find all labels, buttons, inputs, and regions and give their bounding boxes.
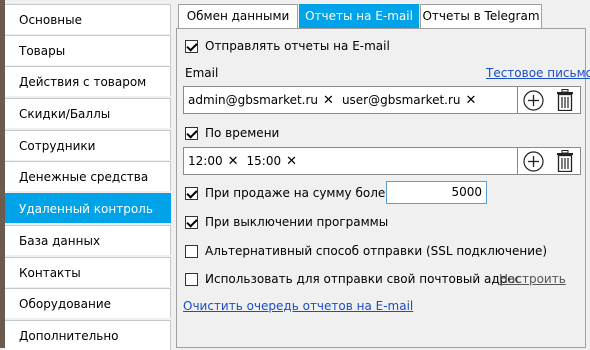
sidebar-item-remote-control[interactable]: Удаленный контроль bbox=[5, 193, 171, 223]
email-recipients-field[interactable]: admin@gbsmarket.ru ✕ user@gbsmarket.ru ✕ bbox=[183, 86, 581, 114]
remove-time-icon[interactable]: ✕ bbox=[286, 155, 297, 168]
add-email-button[interactable] bbox=[523, 89, 545, 111]
sale-over-label: При продаже на сумму более bbox=[205, 186, 393, 200]
remove-email-icon[interactable]: ✕ bbox=[466, 94, 477, 107]
email-reports-panel: Отправлять отчеты на E-mail Email Тестов… bbox=[176, 28, 590, 348]
clear-queue-row: Очистить очередь отчетов на E-mail bbox=[183, 299, 413, 313]
remove-time-icon[interactable]: ✕ bbox=[228, 155, 239, 168]
trash-icon bbox=[556, 150, 573, 172]
alt-send-checkbox[interactable] bbox=[185, 244, 198, 258]
send-reports-label: Отправлять отчеты на E-mail bbox=[205, 39, 390, 53]
time-chip-text: 12:00 bbox=[188, 154, 223, 168]
delete-email-button[interactable] bbox=[554, 89, 576, 111]
email-chip-text: user@gbsmarket.ru bbox=[341, 93, 461, 107]
plus-circle-icon bbox=[523, 150, 544, 172]
sidebar: Основные Товары Действия с товаром Скидк… bbox=[5, 0, 171, 350]
time-chip-text: 15:00 bbox=[246, 154, 282, 168]
tab-email-reports[interactable]: Отчеты на E-mail bbox=[299, 4, 419, 28]
sale-over-checkbox[interactable] bbox=[185, 186, 198, 200]
time-schedule-field[interactable]: 12:00 ✕ 15:00 ✕ bbox=[183, 147, 581, 175]
own-mail-checkbox[interactable] bbox=[185, 272, 198, 286]
sale-amount-input[interactable]: 5000 bbox=[386, 181, 487, 204]
send-reports-checkbox[interactable] bbox=[185, 39, 198, 53]
sidebar-item-additional[interactable]: Дополнительно bbox=[5, 320, 171, 350]
tab-telegram-reports[interactable]: Отчеты в Telegram bbox=[420, 4, 542, 28]
test-email-link[interactable]: Тестовое письмо bbox=[486, 66, 590, 80]
remove-email-icon[interactable]: ✕ bbox=[323, 94, 334, 107]
email-tools bbox=[517, 87, 580, 113]
on-shutdown-label: При выключении программы bbox=[205, 215, 389, 229]
sidebar-item-products[interactable]: Товары bbox=[5, 35, 171, 65]
email-label-text: Email bbox=[185, 66, 219, 80]
sidebar-item-basic[interactable]: Основные bbox=[5, 4, 171, 34]
sidebar-item-contacts[interactable]: Контакты bbox=[5, 257, 171, 287]
sidebar-item-discounts[interactable]: Скидки/Баллы bbox=[5, 98, 171, 128]
email-label: Email bbox=[185, 66, 218, 80]
trash-icon bbox=[556, 89, 573, 111]
alt-send-row[interactable]: Альтернативный способ отправки (SSL подк… bbox=[185, 244, 547, 258]
clear-queue-link[interactable]: Очистить очередь отчетов на E-mail bbox=[183, 299, 413, 313]
by-time-row[interactable]: По времени bbox=[185, 126, 279, 140]
on-shutdown-row[interactable]: При выключении программы bbox=[185, 215, 388, 229]
sidebar-item-database[interactable]: База данных bbox=[5, 225, 171, 255]
sidebar-item-money[interactable]: Денежные средства bbox=[5, 161, 171, 191]
time-tools bbox=[517, 148, 580, 174]
tab-data-exchange[interactable]: Обмен данными bbox=[178, 4, 298, 28]
configure-row: Настроить bbox=[499, 272, 566, 286]
plus-circle-icon bbox=[523, 89, 544, 111]
email-chip: user@gbsmarket.ru ✕ bbox=[342, 93, 477, 107]
sidebar-item-product-actions[interactable]: Действия с товаром bbox=[5, 66, 171, 96]
test-email-row: Тестовое письмо bbox=[486, 66, 590, 80]
configure-link[interactable]: Настроить bbox=[499, 272, 566, 286]
sidebar-item-employees[interactable]: Сотрудники bbox=[5, 130, 171, 160]
sidebar-item-equipment[interactable]: Оборудование bbox=[5, 288, 171, 318]
send-reports-row[interactable]: Отправлять отчеты на E-mail bbox=[185, 39, 390, 53]
alt-send-label: Альтернативный способ отправки (SSL подк… bbox=[205, 244, 548, 258]
sale-over-row[interactable]: При продаже на сумму более bbox=[185, 186, 393, 200]
own-mail-row[interactable]: Использовать для отправки свой почтовый … bbox=[185, 272, 521, 286]
delete-time-button[interactable] bbox=[554, 150, 576, 172]
by-time-label: По времени bbox=[205, 126, 280, 140]
on-shutdown-checkbox[interactable] bbox=[185, 215, 198, 229]
add-time-button[interactable] bbox=[523, 150, 545, 172]
own-mail-label: Использовать для отправки свой почтовый … bbox=[205, 272, 522, 286]
time-chip: 12:00 ✕ bbox=[188, 154, 239, 168]
email-chip: admin@gbsmarket.ru ✕ bbox=[188, 93, 334, 107]
by-time-checkbox[interactable] bbox=[185, 126, 198, 140]
time-chip: 15:00 ✕ bbox=[247, 154, 298, 168]
email-chip-text: admin@gbsmarket.ru bbox=[188, 93, 319, 107]
